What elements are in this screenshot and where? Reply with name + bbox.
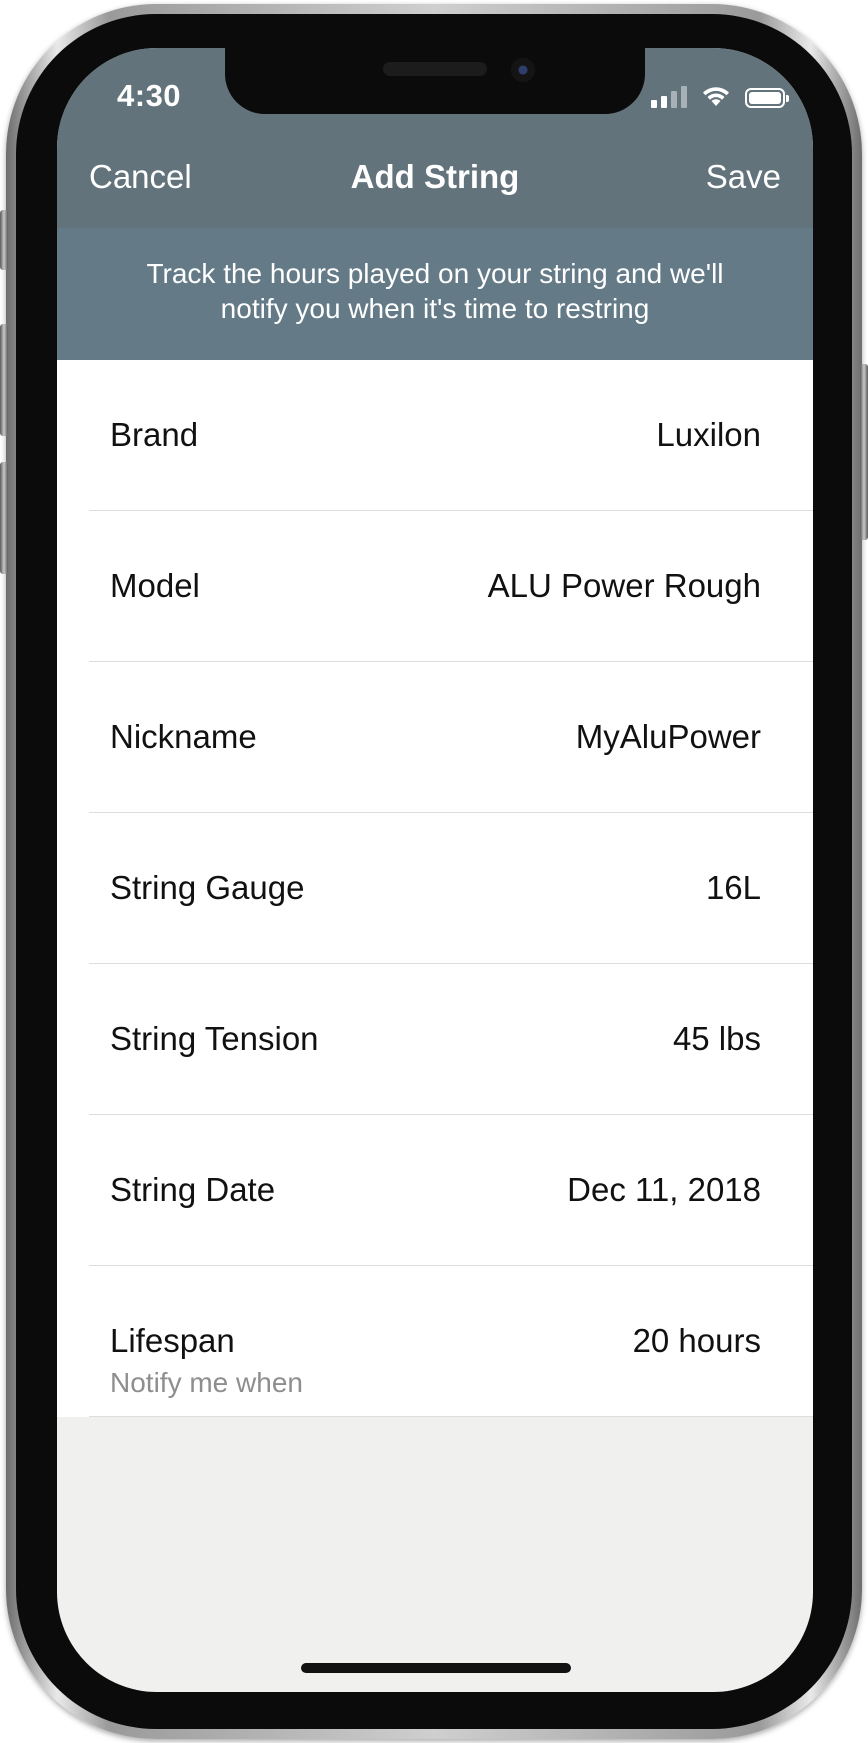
- row-label: String Date: [110, 1171, 276, 1208]
- save-button[interactable]: Save: [706, 158, 781, 196]
- form-row-string-date[interactable]: String Date Dec 11, 2018: [57, 1115, 813, 1266]
- cellular-signal-icon: [651, 84, 687, 108]
- row-label: Model: [110, 567, 200, 604]
- form-row-model[interactable]: Model ALU Power Rough: [57, 511, 813, 662]
- row-value: 20 hours: [632, 1322, 761, 1359]
- row-divider: [89, 1416, 813, 1417]
- row-value: 45 lbs: [672, 1020, 761, 1057]
- status-icons: [651, 84, 789, 108]
- device-notch: [225, 48, 645, 114]
- form-row-string-gauge[interactable]: String Gauge 16L: [57, 813, 813, 964]
- speaker-grille: [383, 62, 487, 76]
- row-label: Lifespan: [110, 1322, 235, 1359]
- row-value: MyAluPower: [575, 718, 761, 755]
- row-label: Brand: [110, 416, 199, 453]
- string-form: Brand Luxilon Model ALU Power Rough Nick…: [57, 360, 813, 1417]
- form-row-lifespan[interactable]: Lifespan 20 hours Notify me when: [57, 1266, 813, 1417]
- side-button: [860, 364, 868, 540]
- banner-line-1: Track the hours played on your string an…: [146, 258, 724, 289]
- banner-line-2: notify you when it's time to restring: [220, 293, 650, 324]
- row-value: Dec 11, 2018: [567, 1171, 761, 1208]
- navigation-bar: 4:30 Cancel Add String Save: [57, 48, 813, 228]
- row-label: Nickname: [110, 718, 257, 755]
- cancel-button[interactable]: Cancel: [89, 158, 192, 196]
- battery-icon: [745, 88, 789, 108]
- form-row-nickname[interactable]: Nickname MyAluPower: [57, 662, 813, 813]
- status-time: 4:30: [117, 78, 182, 113]
- page-title: Add String: [350, 158, 520, 195]
- home-indicator[interactable]: [301, 1663, 571, 1673]
- form-row-string-tension[interactable]: String Tension 45 lbs: [57, 964, 813, 1115]
- volume-down-button: [0, 462, 8, 574]
- row-value: Luxilon: [656, 416, 761, 453]
- wifi-icon: [703, 87, 729, 106]
- info-banner: Track the hours played on your string an…: [57, 228, 813, 360]
- row-label: String Tension: [110, 1020, 319, 1057]
- front-camera: [511, 58, 535, 82]
- form-row-brand[interactable]: Brand Luxilon: [57, 360, 813, 511]
- mute-switch: [0, 210, 8, 270]
- row-value: ALU Power Rough: [487, 567, 761, 604]
- row-label: String Gauge: [110, 869, 305, 906]
- row-sublabel: Notify me when: [110, 1367, 303, 1398]
- app-screen: 4:30 Cancel Add String Save Track the ho…: [57, 48, 813, 1692]
- volume-up-button: [0, 324, 8, 436]
- row-value: 16L: [705, 869, 761, 906]
